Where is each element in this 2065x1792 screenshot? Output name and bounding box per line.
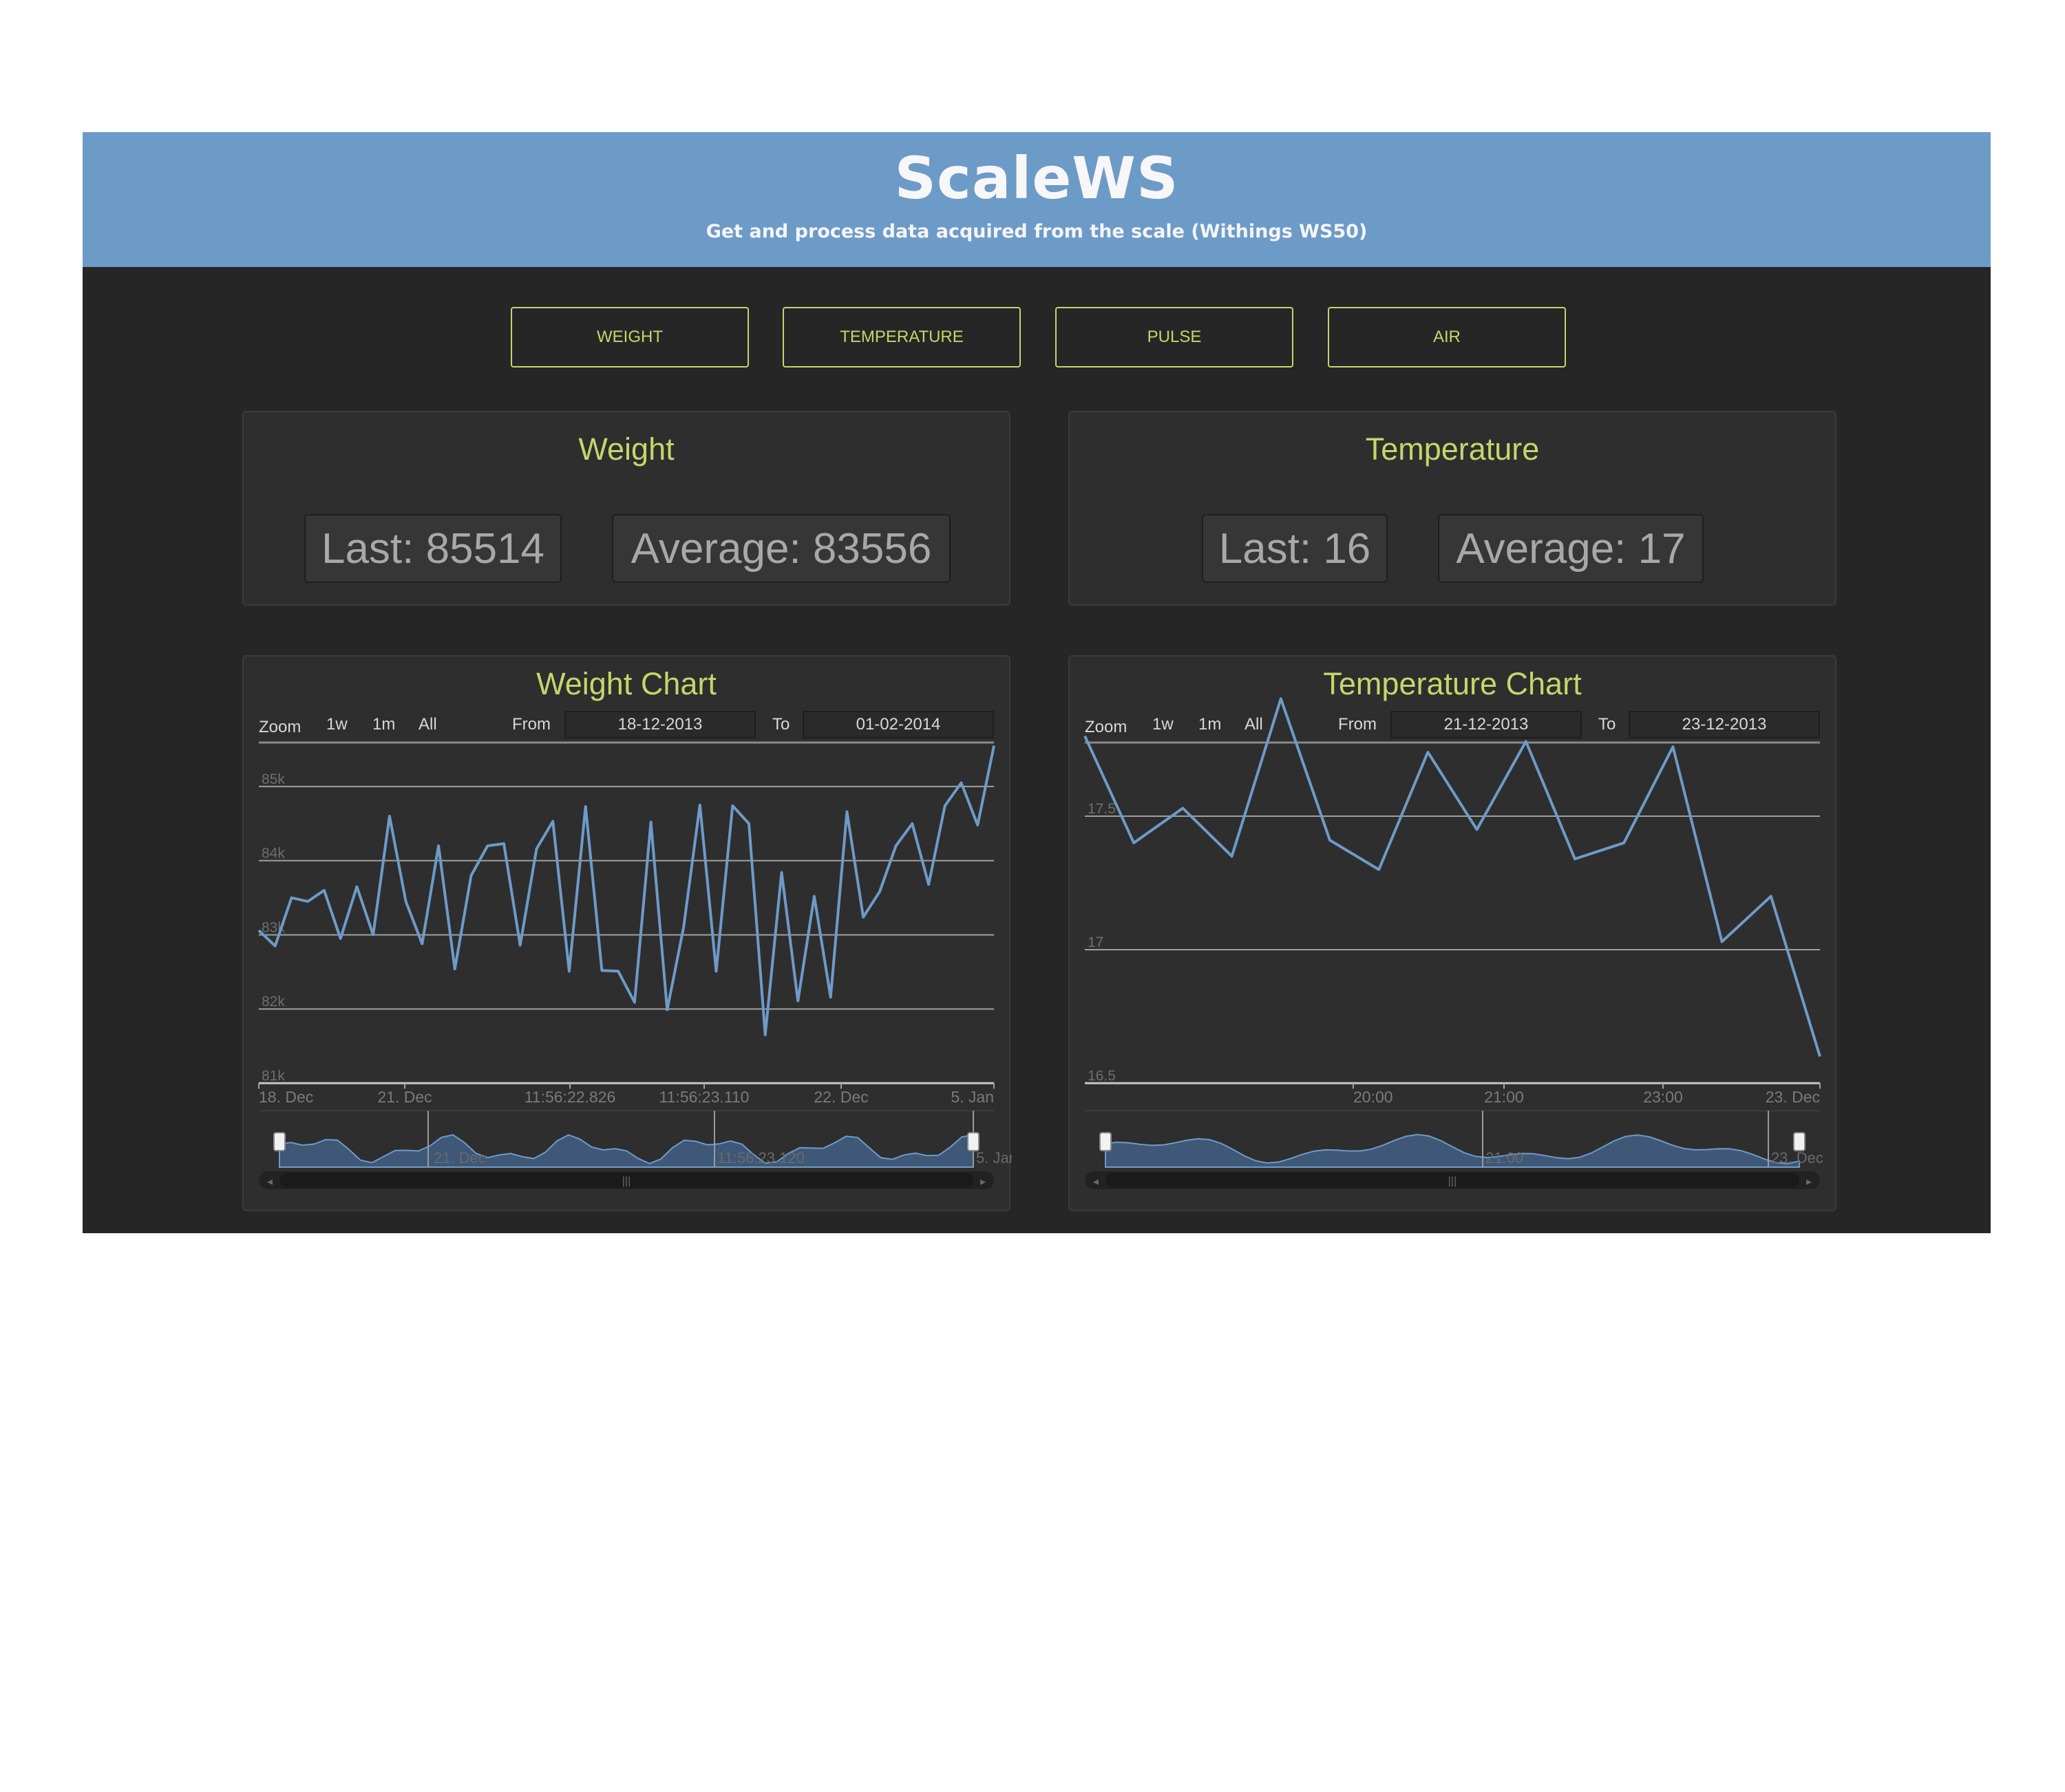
temperature-chart-panel: Temperature Chart Zoom 1w 1m All From 21… [1068,655,1836,1211]
series-line [257,745,995,1036]
nav-air-button[interactable]: AIR [1328,307,1566,367]
temperature-chart: Zoom 1w 1m All From 21-12-2013 To 23-12-… [1083,697,1823,1189]
from-date-input[interactable]: 21-12-2013 [1444,715,1529,734]
header-banner: ScaleWS Get and process data acquired fr… [83,132,1991,267]
temperature-stats-panel: Temperature Last: 16 Average: 17 [1068,411,1836,606]
scrollbar-grip-icon: ||| [1448,1175,1457,1187]
weight-grid [259,785,994,1085]
y-tick-label: 81k [262,1068,285,1084]
weight-series [257,745,995,1036]
y-tick-label: 85k [262,771,285,787]
temperature-last-value: Last: 16 [1202,514,1388,583]
zoom-all-button[interactable]: All [419,715,437,734]
to-date-input[interactable]: 23-12-2013 [1682,715,1767,734]
x-tick-label: 23. Dec [1766,1088,1820,1106]
navigator-area [279,1133,974,1168]
navigator-handle[interactable] [967,1132,979,1151]
weight-stats-panel: Weight Last: 85514 Average: 83556 [242,411,1010,606]
temperature-average-value: Average: 17 [1438,514,1704,583]
temperature-x-axis: 20:00 21:00 23:00 23. Dec [1353,1083,1821,1106]
zoom-1m-button[interactable]: 1m [372,715,395,734]
navigator-label: 23. Dec [1771,1149,1823,1166]
x-tick-label: 22. Dec [814,1088,868,1106]
zoom-all-button[interactable]: All [1245,715,1263,734]
to-label: To [772,715,790,734]
weight-chart: Zoom 1w 1m All From 18-12-2013 To 01-02-… [257,711,1012,1189]
navigator-handle[interactable] [1793,1132,1805,1151]
x-tick-label: 11:56:23.110 [659,1088,750,1106]
x-tick-label: 20:00 [1353,1088,1393,1106]
zoom-1m-button[interactable]: 1m [1198,715,1221,734]
x-tick-label: 23:00 [1643,1088,1683,1106]
y-tick-label: 84k [262,846,285,862]
navigator-handle[interactable] [273,1132,286,1151]
weight-navigator[interactable]: 21. Dec 11:56:23.120 5. Jan ◂ ▸ ||| [259,1110,1012,1189]
scroll-left-arrow-icon[interactable]: ◂ [267,1176,273,1188]
weight-chart-panel: Weight Chart Zoom 1w 1m All From 18-12-2… [242,655,1012,1211]
series-line [1083,697,1821,1057]
page-subtitle: Get and process data acquired from the s… [706,221,1368,242]
y-tick-label: 82k [262,994,285,1010]
zoom-label: Zoom [1085,718,1127,736]
temperature-series [1083,697,1821,1057]
y-tick-label: 17 [1088,935,1103,950]
from-date-input[interactable]: 18-12-2013 [618,715,703,734]
zoom-1w-button[interactable]: 1w [326,715,348,734]
navigator-label: 11:56:23.120 [717,1149,805,1166]
scrollbar-grip-icon: ||| [622,1175,631,1187]
temperature-grid [1085,815,1820,1085]
temperature-y-axis: 16.5 17 17.5 [1088,801,1116,1084]
x-tick-label: 21:00 [1484,1088,1524,1106]
app-window: ScaleWS Get and process data acquired fr… [83,132,1991,1233]
nav-pulse-button[interactable]: PULSE [1055,307,1293,367]
temperature-navigator[interactable]: 21:00 23. Dec ◂ ▸ ||| [1085,1110,1823,1189]
scroll-right-arrow-icon[interactable]: ▸ [1806,1176,1812,1188]
weight-panel-title: Weight [578,431,675,467]
weight-last-value: Last: 85514 [304,514,562,583]
from-label: From [1338,715,1377,734]
navigator-area [1105,1133,1800,1168]
x-tick-label: 18. Dec [259,1088,313,1106]
nav-weight-button[interactable]: WEIGHT [511,307,749,367]
x-tick-label: 11:56:22.826 [525,1088,616,1106]
temperature-panel-title: Temperature [1365,431,1540,467]
zoom-1w-button[interactable]: 1w [1152,715,1174,734]
x-tick-label: 5. Jan [951,1088,994,1106]
navigator-label: 21:00 [1485,1149,1523,1166]
weight-average-value: Average: 83556 [612,514,951,583]
page-title: ScaleWS [894,145,1179,212]
navigator-label: 21. Dec [434,1149,486,1166]
navigator-label: 5. Jan [976,1149,1012,1166]
nav-temperature-button[interactable]: TEMPERATURE [783,307,1021,367]
weight-x-axis: 18. Dec 21. Dec 11:56:22.826 11:56:23.110 22… [258,1083,995,1106]
x-tick-label: 21. Dec [377,1088,432,1106]
navigator-handle[interactable] [1099,1132,1112,1151]
zoom-label: Zoom [259,718,301,736]
scroll-right-arrow-icon[interactable]: ▸ [980,1176,986,1188]
to-label: To [1598,715,1616,734]
scroll-left-arrow-icon[interactable]: ◂ [1093,1176,1099,1188]
y-tick-label: 17.5 [1088,801,1116,817]
to-date-input[interactable]: 01-02-2014 [856,715,941,734]
from-label: From [512,715,551,734]
y-tick-label: 16.5 [1088,1068,1116,1084]
